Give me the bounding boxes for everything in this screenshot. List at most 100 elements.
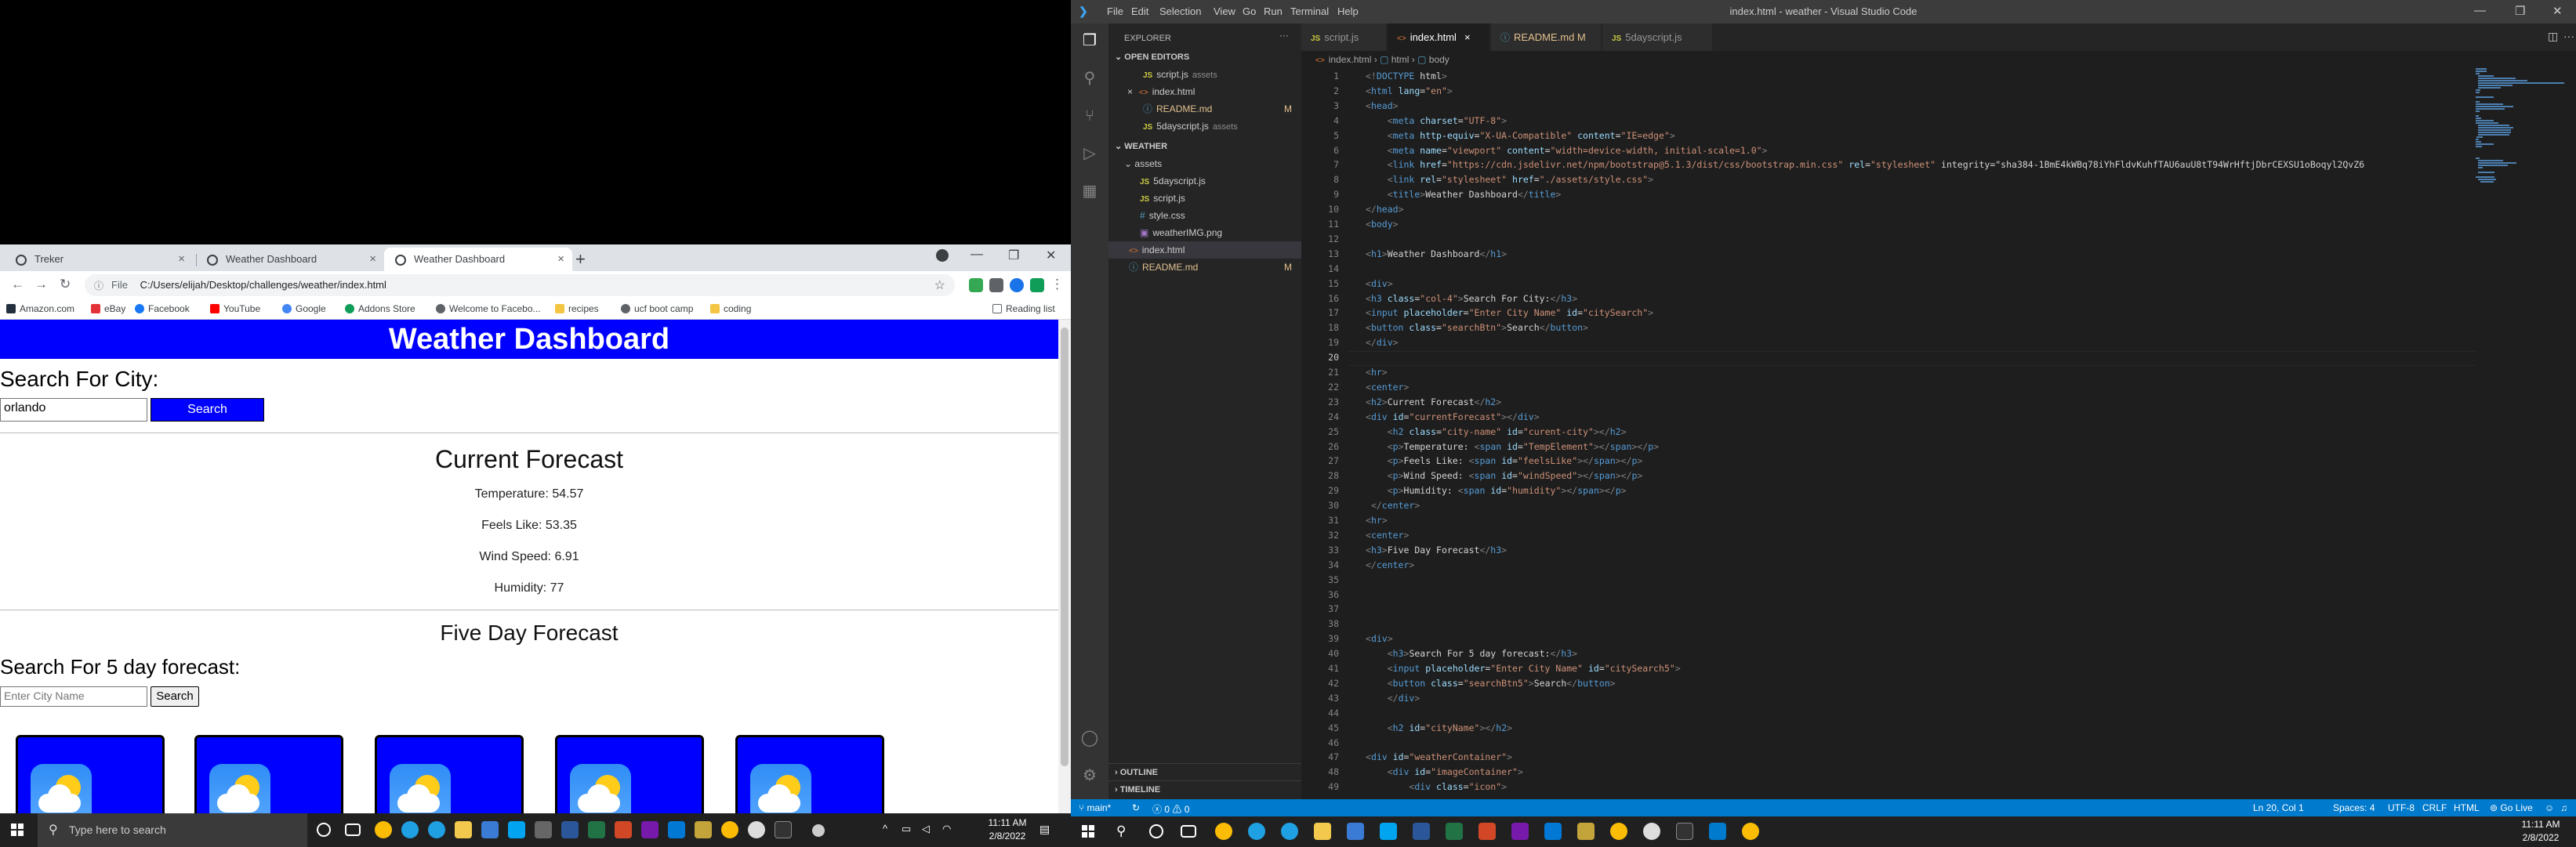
- cursor-position[interactable]: Ln 20, Col 1: [2253, 802, 2304, 813]
- encoding[interactable]: UTF-8: [2388, 802, 2415, 813]
- breadcrumb-item[interactable]: body: [1429, 54, 1449, 65]
- outlook-icon[interactable]: [1544, 823, 1562, 840]
- address-bar[interactable]: ⓘ File C:/Users/elijah/Desktop/challenge…: [85, 274, 955, 296]
- word-icon[interactable]: [1413, 823, 1430, 840]
- edge-icon[interactable]: [401, 821, 419, 838]
- workspace-section[interactable]: ⌄ WEATHER: [1108, 138, 1301, 155]
- network-icon[interactable]: ▭: [902, 823, 911, 835]
- file-item[interactable]: ▣ weatherIMG.png: [1108, 224, 1301, 241]
- windows-start-icon[interactable]: [11, 823, 24, 837]
- browser-tab[interactable]: Treker ×: [5, 248, 193, 271]
- split-editor-icon[interactable]: ◫: [2548, 30, 2558, 43]
- chrome-icon[interactable]: [1610, 823, 1627, 840]
- browser-tab-active[interactable]: Weather Dashboard ×: [384, 248, 572, 271]
- reading-list[interactable]: Reading list: [992, 303, 1055, 314]
- edge-icon[interactable]: [1248, 823, 1265, 840]
- breadcrumb-item[interactable]: html: [1391, 54, 1410, 65]
- restore-icon[interactable]: ❐: [1008, 248, 1019, 263]
- outline-section[interactable]: › OUTLINE: [1108, 763, 1301, 780]
- open-editor-item[interactable]: × <> index.html: [1108, 83, 1301, 100]
- app-icon[interactable]: [1577, 823, 1595, 840]
- problems-indicator[interactable]: ⓧ 0 ⚠ 0: [1152, 802, 1189, 816]
- chrome-icon[interactable]: [1742, 823, 1759, 840]
- bookmark-item[interactable]: ucf boot camp: [621, 303, 693, 314]
- store-icon[interactable]: [481, 821, 499, 838]
- tray-chevron-icon[interactable]: ^: [883, 823, 887, 834]
- open-editors-section[interactable]: ⌄ OPEN EDITORS: [1108, 49, 1301, 66]
- terminal-icon[interactable]: [1676, 823, 1693, 840]
- excel-icon[interactable]: [1446, 823, 1463, 840]
- bookmark-item[interactable]: Google: [282, 303, 326, 314]
- close-tab-icon[interactable]: ×: [178, 252, 185, 266]
- open-editor-item[interactable]: ⓘ README.md M: [1108, 100, 1301, 118]
- windows-start-icon[interactable]: [1082, 825, 1095, 838]
- new-tab-icon[interactable]: +: [575, 249, 586, 270]
- extension-icon[interactable]: [969, 278, 983, 292]
- tab-search-icon[interactable]: [936, 249, 949, 262]
- onenote-icon[interactable]: [641, 821, 659, 838]
- tab-readme[interactable]: ⓘ README.md M: [1491, 24, 1601, 51]
- extension-icon[interactable]: [1010, 278, 1024, 292]
- search-icon[interactable]: ⚲: [1116, 823, 1126, 839]
- feedback-icon[interactable]: ☺: [2545, 802, 2554, 813]
- store-icon[interactable]: [1347, 823, 1364, 840]
- tab-script-js[interactable]: JS script.js: [1301, 24, 1386, 51]
- code-editor[interactable]: 1 <!DOCTYPE html> 2 <html lang="en"> 3 <head>…: [1301, 68, 2476, 799]
- branch-indicator[interactable]: ⑂ main*: [1079, 802, 1111, 813]
- close-window-icon[interactable]: ✕: [1046, 248, 1056, 263]
- extension-icon[interactable]: [989, 278, 1003, 292]
- reload-icon[interactable]: ↻: [60, 277, 71, 292]
- gear-icon[interactable]: ⚙: [1080, 766, 1099, 785]
- forward-icon[interactable]: →: [34, 277, 48, 292]
- search5-button[interactable]: Search: [151, 686, 199, 707]
- close-tab-icon[interactable]: ×: [369, 252, 376, 266]
- bookmark-item[interactable]: Addons Store: [345, 303, 415, 314]
- close-tab-icon[interactable]: ×: [1464, 31, 1471, 43]
- browser-tab[interactable]: Weather Dashboard ×: [196, 248, 384, 271]
- app-icon[interactable]: [748, 821, 765, 838]
- bookmark-item[interactable]: Facebook: [135, 303, 190, 314]
- edge-icon[interactable]: [1281, 823, 1298, 840]
- bookmark-item[interactable]: YouTube: [210, 303, 260, 314]
- menu-dots-icon[interactable]: ⋮: [1050, 277, 1064, 292]
- bookmark-item[interactable]: eBay: [91, 303, 125, 314]
- open-editor-item[interactable]: JS script.js assets: [1108, 66, 1301, 83]
- chrome-icon[interactable]: [375, 821, 392, 838]
- word-icon[interactable]: [561, 821, 579, 838]
- vscode-icon[interactable]: [1709, 823, 1726, 840]
- edge-icon[interactable]: [428, 821, 445, 838]
- file-item-selected[interactable]: <> index.html: [1108, 241, 1301, 259]
- task-view-icon[interactable]: [345, 823, 361, 836]
- language-mode[interactable]: HTML: [2454, 802, 2480, 813]
- folder-item[interactable]: ⌄ assets: [1108, 155, 1301, 172]
- account-icon[interactable]: ◯: [1080, 729, 1099, 747]
- bookmark-folder[interactable]: coding: [710, 303, 751, 314]
- weather-widget-icon[interactable]: [812, 824, 825, 837]
- chrome-icon[interactable]: [721, 821, 738, 838]
- app-icon[interactable]: [535, 821, 552, 838]
- bookmark-item[interactable]: Welcome to Facebo...: [436, 303, 541, 314]
- more-actions-icon[interactable]: ···: [1279, 30, 1289, 41]
- wifi-icon[interactable]: ◠: [942, 823, 951, 835]
- file-item[interactable]: JS script.js: [1108, 190, 1301, 207]
- taskbar-clock[interactable]: 11:11 AM 2/8/2022: [2516, 818, 2565, 845]
- chrome-icon[interactable]: [1215, 823, 1232, 840]
- bookmark-item[interactable]: Amazon.com: [6, 303, 74, 314]
- open-editor-item[interactable]: JS 5dayscript.js assets: [1108, 118, 1301, 135]
- volume-icon[interactable]: ◁: [922, 823, 930, 835]
- excel-icon[interactable]: [588, 821, 605, 838]
- search-icon[interactable]: ⚲: [1080, 69, 1099, 88]
- restore-icon[interactable]: ❐: [2515, 4, 2525, 18]
- minimize-icon[interactable]: —: [2474, 4, 2486, 17]
- explorer-icon[interactable]: ❐: [1080, 31, 1099, 50]
- taskbar-search[interactable]: ⚲ Type here to search: [38, 813, 307, 847]
- minimap[interactable]: [2476, 68, 2570, 799]
- bookmark-star-icon[interactable]: ☆: [934, 277, 945, 293]
- extensions-icon[interactable]: ▦: [1080, 182, 1099, 201]
- file-item[interactable]: JS 5dayscript.js: [1108, 172, 1301, 190]
- photos-icon[interactable]: [1380, 823, 1397, 840]
- close-tab-icon[interactable]: ×: [557, 252, 564, 266]
- minimize-icon[interactable]: —: [971, 248, 983, 262]
- sync-icon[interactable]: ↻: [1132, 802, 1140, 813]
- file-explorer-icon[interactable]: [1314, 823, 1331, 840]
